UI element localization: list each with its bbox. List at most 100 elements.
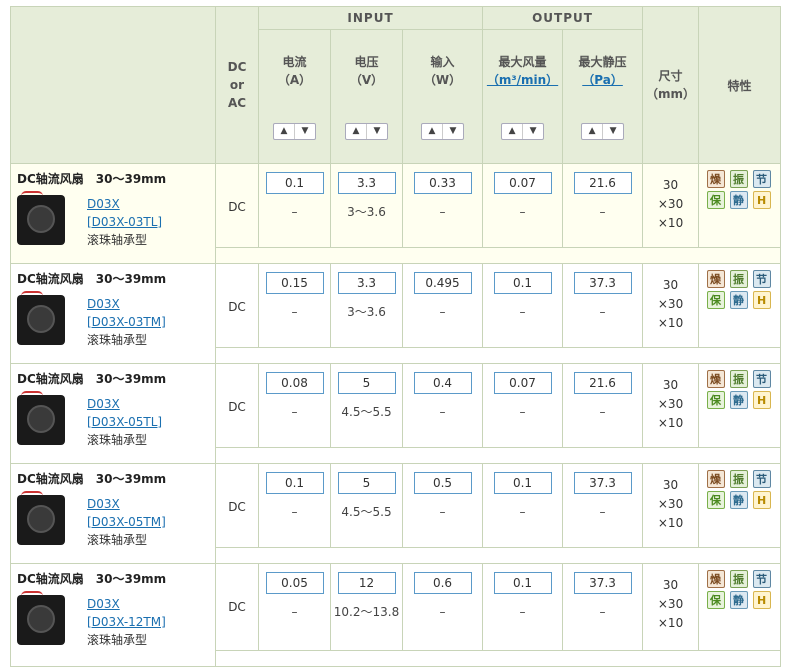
sort-up-icon[interactable]: ▲ [274,124,295,139]
low-noise-badge[interactable]: 燥 [706,470,725,488]
sort-up-icon[interactable]: ▲ [582,124,604,139]
input-power-cell: 0.495 – [401,263,484,348]
fan-product-image[interactable] [17,291,65,345]
low-noise-badge[interactable]: 燥 [706,570,725,588]
voltage-range: 10.2～13.8 [333,605,400,619]
protection-badge[interactable]: 保 [706,491,725,509]
sort-control[interactable]: ▲ ▼ [345,123,388,140]
energy-saving-badge[interactable]: 节 [752,170,771,188]
voltage-cell: 3.3 3～3.6 [330,163,403,248]
size-line: ×30 [657,197,684,211]
model-link[interactable]: D03X [87,295,166,313]
column-unit[interactable]: （m³/min） [483,71,562,89]
airflow-cell: 0.07 – [482,363,564,448]
current-value: 0.1 [265,472,324,494]
model-code-link[interactable]: [D03X-12TM] [87,613,166,631]
h-badge[interactable]: H [752,491,771,509]
feature-cell: 燥振节保静H [698,163,782,248]
voltage-cell: 12 10.2～13.8 [330,563,403,651]
sort-up-icon[interactable]: ▲ [422,124,444,139]
low-vibration-badge[interactable]: 振 [729,570,748,588]
airflow-value: 0.07 [493,372,552,394]
sort-control[interactable]: ▲ ▼ [273,123,316,140]
row-spacer-cell [214,650,782,667]
fan-product-image[interactable] [17,491,65,545]
sort-control[interactable]: ▲ ▼ [501,123,545,140]
size-line: ×30 [657,497,684,511]
product-column-header [10,6,216,164]
sort-down-icon[interactable]: ▼ [295,124,315,139]
voltage-range: 3～3.6 [347,205,386,219]
low-noise-badge[interactable]: 燥 [706,270,725,288]
model-link[interactable]: D03X [87,395,162,413]
quiet-badge[interactable]: 静 [729,391,748,409]
airflow-cell: 0.1 – [482,263,564,348]
sort-up-icon[interactable]: ▲ [346,124,367,139]
low-vibration-badge[interactable]: 振 [729,270,748,288]
sort-down-icon[interactable]: ▼ [523,124,543,139]
product-cell: DC轴流风扇 30～39mm D03X [D03X-05TM] 滚珠轴承型 [10,463,216,564]
energy-saving-badge[interactable]: 节 [752,270,771,288]
dc-cell: DC [215,463,259,548]
quiet-badge[interactable]: 静 [729,291,748,309]
model-link[interactable]: D03X [87,195,162,213]
fan-product-image[interactable] [17,591,65,645]
energy-saving-badge[interactable]: 节 [752,370,771,388]
pressure-cell: 37.3 – [562,263,644,348]
low-vibration-badge[interactable]: 振 [729,170,748,188]
low-vibration-badge[interactable]: 振 [729,370,748,388]
column-unit[interactable]: （Pa） [563,71,642,89]
energy-saving-badge[interactable]: 节 [752,470,771,488]
fan-product-image[interactable] [17,391,65,445]
voltage-range: 4.5～5.5 [341,505,392,519]
protection-badge[interactable]: 保 [706,291,725,309]
current-cell: 0.1 – [258,463,331,548]
model-code-link[interactable]: [D03X-05TM] [87,513,166,531]
model-link[interactable]: D03X [87,495,166,513]
input-power-value: 0.33 [413,172,472,194]
dc-cell: DC [215,163,259,248]
energy-saving-badge[interactable]: 节 [752,570,771,588]
table-header: DC or AC INPUT OUTPUT 尺寸 （mm） 特性 电流 （A） ▲ ▼… [10,6,782,164]
input-power-range: – [439,205,446,219]
model-code-link[interactable]: [D03X-03TM] [87,313,166,331]
h-badge[interactable]: H [752,591,771,609]
model-code-link[interactable]: [D03X-03TL] [87,213,162,231]
voltage-range: 3～3.6 [347,305,386,319]
h-badge[interactable]: H [752,391,771,409]
quiet-badge[interactable]: 静 [729,591,748,609]
current-cell: 0.15 – [258,263,331,348]
sort-down-icon[interactable]: ▼ [603,124,623,139]
protection-badge[interactable]: 保 [706,191,725,209]
sort-down-icon[interactable]: ▼ [367,124,387,139]
product-table: DC or AC INPUT OUTPUT 尺寸 （mm） 特性 电流 （A） ▲ ▼… [10,6,782,667]
dc-cell: DC [215,363,259,448]
airflow-value: 0.1 [493,272,552,294]
fan-product-image[interactable] [17,191,65,245]
input-power-range: – [439,405,446,419]
input-power-cell: 0.6 – [401,563,484,651]
size-line: 30 [662,578,679,592]
quiet-badge[interactable]: 静 [729,191,748,209]
bearing-type: 滚珠轴承型 [87,233,148,247]
model-link[interactable]: D03X [87,595,166,613]
sort-control[interactable]: ▲ ▼ [421,123,465,140]
protection-badge[interactable]: 保 [706,591,725,609]
low-noise-badge[interactable]: 燥 [706,170,725,188]
quiet-badge[interactable]: 静 [729,491,748,509]
airflow-range: – [519,605,526,619]
row-spacer-cell [214,447,782,464]
input-power-cell: 0.33 – [401,163,484,248]
sort-down-icon[interactable]: ▼ [443,124,463,139]
sort-up-icon[interactable]: ▲ [502,124,524,139]
protection-badge[interactable]: 保 [706,391,725,409]
h-badge[interactable]: H [752,191,771,209]
low-vibration-badge[interactable]: 振 [729,470,748,488]
airflow-range: – [519,305,526,319]
current-value: 0.05 [265,572,324,594]
sort-control[interactable]: ▲ ▼ [581,123,625,140]
low-noise-badge[interactable]: 燥 [706,370,725,388]
product-title: DC轴流风扇 30～39mm [17,372,167,386]
h-badge[interactable]: H [752,291,771,309]
model-code-link[interactable]: [D03X-05TL] [87,413,162,431]
